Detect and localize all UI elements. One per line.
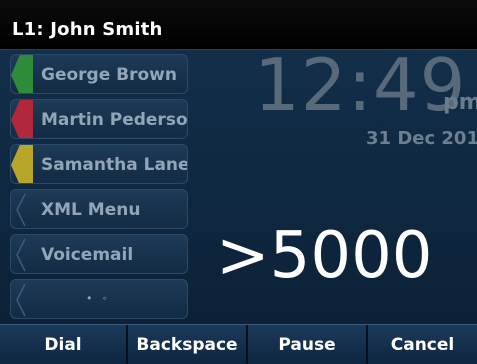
pause-button[interactable]: Pause [248, 325, 368, 364]
presence-available-indicator [11, 55, 33, 93]
clock-ampm: pm [443, 90, 477, 115]
softkey-george-brown[interactable]: George Brown [10, 54, 188, 94]
clock-date: 31 Dec 2013 [366, 128, 477, 149]
backspace-button[interactable]: Backspace [128, 325, 248, 364]
line-label: L1: John Smith [12, 19, 163, 40]
presence-away-indicator [11, 145, 33, 183]
key-tab-icon [16, 238, 26, 272]
softkey-label: Voicemail [41, 245, 134, 265]
softkey-voicemail[interactable]: Voicemail [10, 234, 188, 274]
dial-button[interactable]: Dial [0, 325, 128, 364]
cancel-button[interactable]: Cancel [368, 325, 477, 364]
softkey-label: Samantha Lane [41, 155, 188, 175]
dialed-number: >5000 [216, 219, 433, 293]
clock-time: 12:49 [254, 43, 467, 127]
softkey-label: XML Menu [41, 200, 141, 220]
page-indicator-dots: • ◦ [87, 291, 111, 305]
softkey-martin-pederson[interactable]: Martin Pederson [10, 99, 188, 139]
softkey-xml-menu[interactable]: XML Menu [10, 189, 188, 229]
softkey-label: Martin Pederson [41, 110, 188, 130]
key-tab-icon [16, 193, 26, 227]
softkey-samantha-lane[interactable]: Samantha Lane [10, 144, 188, 184]
softkey-label: George Brown [41, 65, 177, 85]
function-keys-bar: Dial Backspace Pause Cancel [0, 324, 477, 364]
softkey-more-pages[interactable]: • ◦ [10, 279, 188, 319]
phone-screen: L1: John Smith George Brown Martin Peder… [0, 0, 477, 364]
presence-busy-indicator [11, 100, 33, 138]
programmable-keys: George Brown Martin Pederson Samantha La… [10, 54, 188, 324]
